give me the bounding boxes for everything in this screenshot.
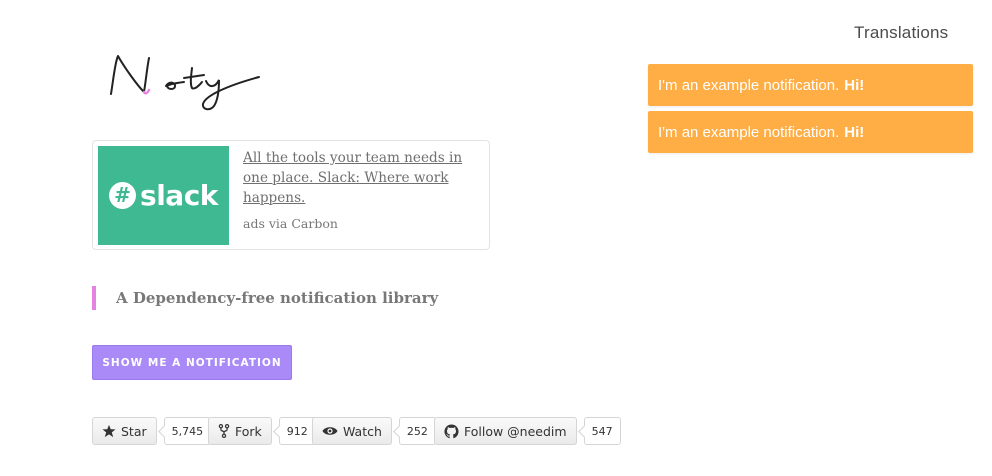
carbon-ad: # slack All the tools your team needs in… bbox=[92, 140, 490, 250]
tagline: A Dependency-free notification library bbox=[92, 286, 438, 310]
notification-text: I'm an example notification. bbox=[658, 76, 840, 94]
notification[interactable]: I'm an example notification. Hi! bbox=[648, 111, 973, 153]
github-follow-label: Follow @needim bbox=[464, 423, 567, 439]
notification-emphasis: Hi! bbox=[844, 76, 865, 94]
github-fork-group: Fork 912 bbox=[208, 417, 316, 445]
show-notification-button[interactable]: SHOW ME A NOTIFICATION bbox=[92, 345, 292, 380]
github-watch-group: Watch 252 bbox=[312, 417, 436, 445]
github-fork-label: Fork bbox=[235, 423, 262, 439]
github-icon bbox=[444, 423, 459, 439]
github-star-button[interactable]: Star bbox=[92, 417, 157, 445]
ad-text-link[interactable]: All the tools your team needs in one pla… bbox=[243, 148, 481, 208]
page: Translations # slack All the tools your … bbox=[0, 0, 992, 476]
ad-powered-by[interactable]: ads via Carbon bbox=[243, 216, 338, 231]
eye-icon bbox=[322, 425, 338, 437]
ad-image[interactable]: # slack bbox=[98, 146, 229, 245]
github-follow-count[interactable]: 547 bbox=[583, 417, 621, 445]
github-follow-group: Follow @needim 547 bbox=[434, 417, 621, 445]
slack-logo-icon: # bbox=[109, 182, 137, 209]
github-fork-count[interactable]: 912 bbox=[278, 417, 316, 445]
github-star-group: Star 5,745 bbox=[92, 417, 212, 445]
notification[interactable]: I'm an example notification. Hi! bbox=[648, 64, 973, 106]
github-watch-label: Watch bbox=[343, 423, 382, 439]
translations-link[interactable]: Translations bbox=[854, 23, 948, 43]
star-icon bbox=[102, 424, 116, 438]
notification-text: I'm an example notification. bbox=[658, 123, 840, 141]
github-star-count[interactable]: 5,745 bbox=[163, 417, 212, 445]
notification-emphasis: Hi! bbox=[844, 123, 865, 141]
noty-logo bbox=[110, 55, 260, 111]
github-watch-count[interactable]: 252 bbox=[398, 417, 436, 445]
ad-brand-name: slack bbox=[140, 179, 218, 212]
github-watch-button[interactable]: Watch bbox=[312, 417, 392, 445]
github-fork-button[interactable]: Fork bbox=[208, 417, 272, 445]
github-follow-button[interactable]: Follow @needim bbox=[434, 417, 577, 445]
github-star-label: Star bbox=[121, 423, 147, 439]
fork-icon bbox=[218, 424, 230, 438]
